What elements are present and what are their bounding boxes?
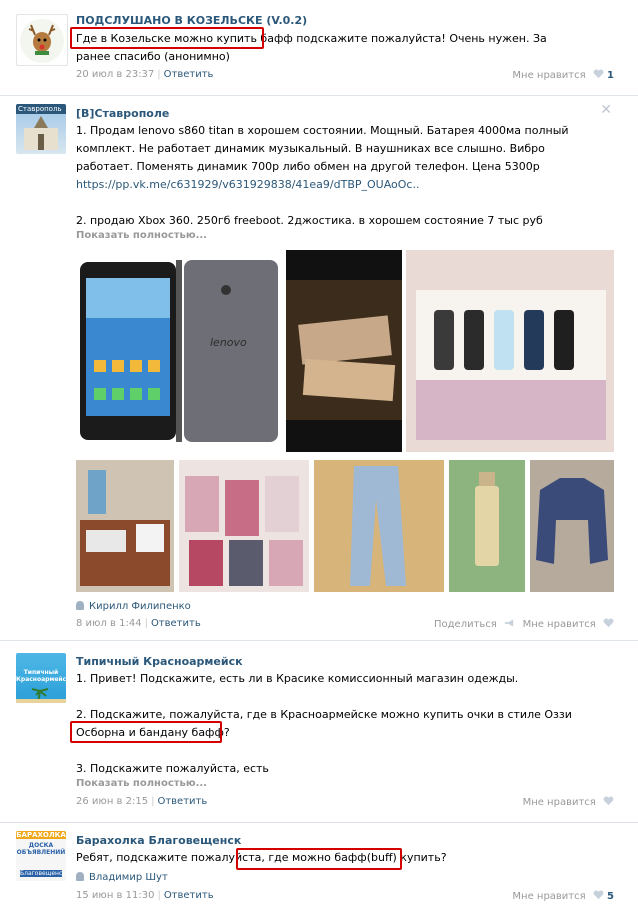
- post-stavropol: Ставрополь [В]Ставрополе ✕ 1. Продам len…: [0, 96, 638, 641]
- reply-link[interactable]: Ответить: [164, 69, 214, 80]
- avatar-caption: Ставрополь: [16, 104, 66, 114]
- post-baraholka: БАРАХОЛКА ДОСКА ОБЪЯВЛЕНИЙ Благовещенск …: [0, 823, 638, 918]
- author-signature[interactable]: Кирилл Филипенко: [76, 601, 191, 612]
- post-text: 1. Продам lenovo s860 titan в хорошем со…: [76, 124, 569, 227]
- photo-url-link[interactable]: https://pp.vk.me/c631929/v631929838/41ea…: [76, 176, 569, 194]
- heart-icon: [603, 796, 614, 806]
- post-meta: 15 июн в 11:30 | Ответить: [76, 890, 214, 901]
- reply-link[interactable]: Ответить: [164, 890, 214, 901]
- photo-nail-stickers[interactable]: [179, 460, 309, 592]
- post-meta: 20 июл в 23:37 | Ответить: [76, 69, 214, 80]
- post-meta: 26 июн в 2:15 | Ответить: [76, 796, 208, 807]
- highlight-box: [236, 848, 402, 870]
- photo-lenovo-phone[interactable]: lenovo: [76, 250, 282, 452]
- photo-perfume[interactable]: [449, 460, 525, 592]
- avatar-baraholka[interactable]: БАРАХОЛКА ДОСКА ОБЪЯВЛЕНИЙ Благовещенск: [16, 831, 66, 881]
- show-more-link[interactable]: Показать полностью...: [76, 778, 207, 789]
- post-title[interactable]: Типичный Красноармейск: [76, 655, 243, 668]
- avatar-stavropol[interactable]: Ставрополь: [16, 104, 66, 154]
- phone-brand-text: lenovo: [210, 336, 247, 349]
- reply-link[interactable]: Ответить: [157, 796, 207, 807]
- photo-manicure-set[interactable]: [76, 460, 174, 592]
- close-icon[interactable]: ✕: [600, 102, 612, 118]
- user-icon: [76, 872, 84, 881]
- highlight-box: [70, 721, 222, 743]
- photo-denim-jacket[interactable]: [530, 460, 614, 592]
- like-button[interactable]: Мне нравится: [523, 618, 614, 630]
- show-more-link[interactable]: Показать полностью...: [76, 230, 207, 241]
- photo-nail-polish[interactable]: [406, 250, 614, 452]
- avatar-caption: БАРАХОЛКА: [16, 831, 66, 839]
- post-podslushano: ПОДСЛУШАНО В КОЗЕЛЬСКЕ (V.0.2) Где в Коз…: [0, 0, 638, 96]
- post-title[interactable]: [В]Ставрополе: [76, 107, 169, 120]
- post-date[interactable]: 26 июн в 2:15: [76, 796, 148, 807]
- like-button[interactable]: Мне нравится 5: [512, 890, 614, 902]
- like-count: 1: [607, 70, 614, 81]
- post-meta: 8 июл в 1:44 | Ответить: [76, 618, 201, 629]
- user-icon: [76, 601, 84, 610]
- post-title[interactable]: Барахолка Благовещенск: [76, 834, 241, 847]
- heart-icon: [593, 890, 604, 900]
- post-date[interactable]: 20 июл в 23:37: [76, 69, 154, 80]
- heart-icon: [603, 618, 614, 628]
- highlight-box: [70, 27, 264, 49]
- share-button[interactable]: Поделиться: [434, 618, 515, 630]
- heart-icon: [593, 69, 604, 79]
- author-signature[interactable]: Владимир Шут: [76, 872, 168, 883]
- like-button[interactable]: Мне нравится: [523, 796, 614, 808]
- photo-money[interactable]: [286, 250, 402, 452]
- post-krasnoarmeysk: Типичный Красноармейск Типичный Красноар…: [0, 641, 638, 823]
- post-date[interactable]: 8 июл в 1:44: [76, 618, 142, 629]
- like-count: 5: [607, 891, 614, 902]
- megaphone-icon: [504, 619, 514, 627]
- avatar-deer[interactable]: [16, 14, 68, 66]
- avatar-caption: Типичный Красноармейск: [16, 669, 66, 683]
- photo-jeans[interactable]: [314, 460, 444, 592]
- avatar-krasnoarmeysk[interactable]: Типичный Красноармейск: [16, 653, 66, 703]
- post-date[interactable]: 15 июн в 11:30: [76, 890, 154, 901]
- reply-link[interactable]: Ответить: [151, 618, 201, 629]
- post-title[interactable]: ПОДСЛУШАНО В КОЗЕЛЬСКЕ (V.0.2): [76, 14, 307, 27]
- like-button[interactable]: Мне нравится 1: [512, 69, 614, 81]
